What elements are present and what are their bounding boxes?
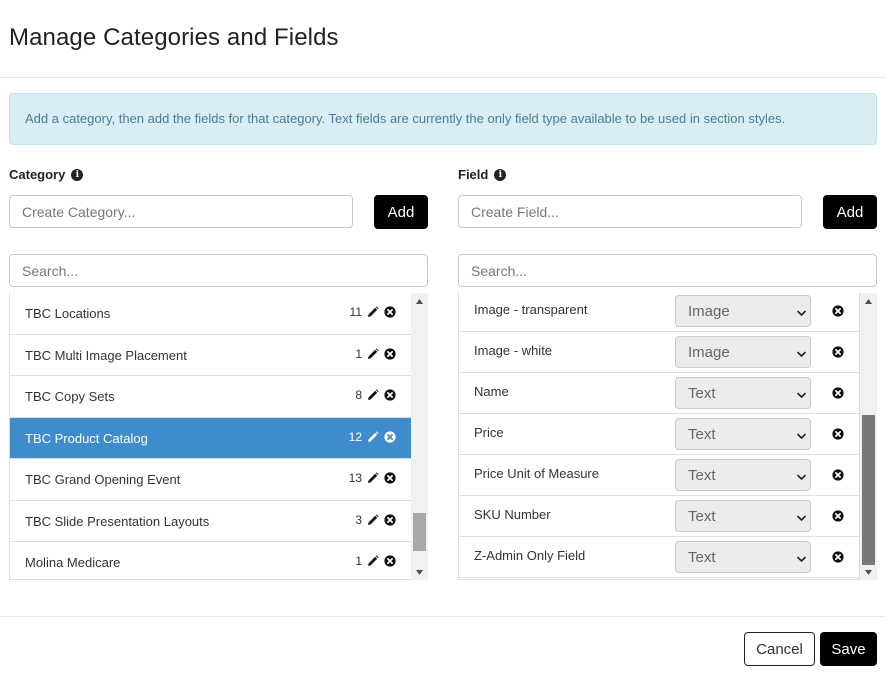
pencil-icon[interactable] [367, 306, 379, 318]
create-category-input[interactable] [9, 195, 353, 228]
x-circle-icon[interactable] [832, 346, 844, 358]
category-actions: 1 [355, 554, 396, 568]
cancel-button[interactable]: Cancel [744, 632, 815, 666]
category-count: 11 [349, 305, 362, 319]
category-row[interactable]: TBC Product Catalog 12 [10, 417, 411, 459]
pencil-icon[interactable] [367, 472, 379, 484]
field-label-text: Field [458, 167, 489, 182]
field-type-select[interactable]: Text [675, 541, 811, 573]
category-row[interactable]: Molina Medicare 1 [10, 542, 411, 579]
x-circle-icon[interactable] [384, 555, 396, 567]
field-name: Price Unit of Measure [474, 466, 599, 481]
category-actions: 13 [349, 471, 396, 485]
category-name: TBC Multi Image Placement [25, 347, 187, 363]
header-divider [0, 77, 885, 78]
x-circle-icon[interactable] [832, 551, 844, 563]
category-count: 1 [355, 554, 362, 568]
category-actions: 3 [355, 513, 396, 527]
x-circle-icon[interactable] [384, 430, 396, 443]
save-button[interactable]: Save [820, 632, 877, 666]
category-name: TBC Grand Opening Event [25, 472, 181, 487]
x-circle-icon[interactable] [832, 305, 844, 317]
category-actions: 11 [350, 305, 396, 319]
field-row: Image - white Image [459, 332, 859, 373]
field-row: Z-Admin Only Field Text [459, 537, 859, 578]
field-row: Price Text [459, 414, 859, 455]
add-field-button[interactable]: Add [823, 195, 877, 229]
category-count: 12 [348, 429, 362, 444]
footer-divider [0, 616, 885, 617]
x-circle-icon[interactable] [384, 306, 396, 318]
category-search-input[interactable] [9, 254, 428, 287]
category-name: Molina Medicare [25, 555, 121, 570]
field-search-input[interactable] [458, 254, 877, 287]
pencil-icon[interactable] [367, 513, 379, 526]
field-name: SKU Number [474, 507, 551, 522]
scroll-down-arrow[interactable] [411, 564, 428, 580]
category-name: TBC Locations [25, 306, 111, 321]
category-actions: 12 [349, 430, 396, 444]
field-row: Price Unit of Measure Text [459, 455, 859, 496]
scroll-up-arrow[interactable] [411, 293, 428, 309]
field-type-select[interactable]: Text [675, 500, 811, 532]
field-name: Image - white [474, 343, 553, 358]
info-circle-icon[interactable]: i [71, 168, 84, 181]
category-row[interactable]: TBC Grand Opening Event 13 [10, 459, 411, 501]
x-circle-icon[interactable] [832, 510, 844, 522]
field-scrollbar[interactable] [860, 293, 877, 580]
scroll-thumb[interactable] [413, 513, 426, 551]
x-circle-icon[interactable] [384, 389, 396, 401]
field-type-select[interactable]: Image [675, 336, 811, 368]
category-name: TBC Product Catalog [25, 430, 148, 446]
create-field-input[interactable] [458, 195, 802, 228]
field-name: Image - transparent [474, 302, 588, 317]
category-label: Category i [9, 167, 84, 182]
category-list: TBC Locations 11 TBC Multi Image Placement… [9, 293, 411, 580]
pencil-icon[interactable] [367, 347, 379, 360]
field-name: Z-Admin Only Field [474, 548, 586, 563]
field-row: Name Text [459, 373, 859, 414]
field-row: SKU Number Text [459, 496, 859, 537]
category-row[interactable]: TBC Copy Sets 8 [10, 376, 411, 418]
category-count: 8 [355, 388, 362, 402]
scroll-down-arrow[interactable] [860, 564, 877, 580]
category-actions: 1 [355, 347, 396, 361]
scroll-up-arrow[interactable] [860, 293, 877, 309]
category-count: 13 [348, 471, 362, 485]
field-type-select[interactable]: Text [675, 459, 811, 491]
x-circle-icon[interactable] [832, 428, 844, 440]
category-name: TBC Slide Presentation Layouts [25, 513, 210, 529]
field-label: Field i [458, 167, 507, 182]
x-circle-icon[interactable] [832, 469, 844, 481]
x-circle-icon[interactable] [384, 513, 396, 526]
x-circle-icon[interactable] [384, 472, 396, 484]
category-row[interactable]: TBC Slide Presentation Layouts 3 [10, 500, 411, 542]
scroll-thumb[interactable] [862, 415, 875, 565]
field-row: Image - transparent Image [459, 293, 859, 332]
pencil-icon[interactable] [367, 430, 379, 443]
category-label-text: Category [9, 167, 66, 182]
pencil-icon[interactable] [367, 555, 379, 567]
field-name: Price [474, 425, 504, 440]
field-list: Image - transparent Image Image - white Ima… [458, 293, 860, 580]
category-count: 3 [355, 512, 362, 527]
category-scrollbar[interactable] [411, 293, 428, 580]
field-type-select[interactable]: Text [675, 377, 811, 409]
field-name: Name [474, 384, 509, 399]
category-count: 1 [355, 346, 362, 361]
category-actions: 8 [355, 388, 396, 402]
pencil-icon[interactable] [367, 389, 379, 401]
add-category-button[interactable]: Add [374, 195, 428, 229]
field-type-select[interactable]: Text [675, 418, 811, 450]
x-circle-icon[interactable] [832, 387, 844, 399]
category-name: TBC Copy Sets [25, 389, 115, 404]
x-circle-icon[interactable] [384, 347, 396, 360]
info-alert: Add a category, then add the fields for … [9, 93, 877, 145]
field-type-select[interactable]: Image [675, 295, 811, 327]
modal-title: Manage Categories and Fields [9, 24, 339, 51]
category-row[interactable]: TBC Multi Image Placement 1 [10, 334, 411, 376]
category-row[interactable]: TBC Locations 11 [10, 293, 411, 335]
info-circle-icon[interactable]: i [494, 168, 507, 181]
